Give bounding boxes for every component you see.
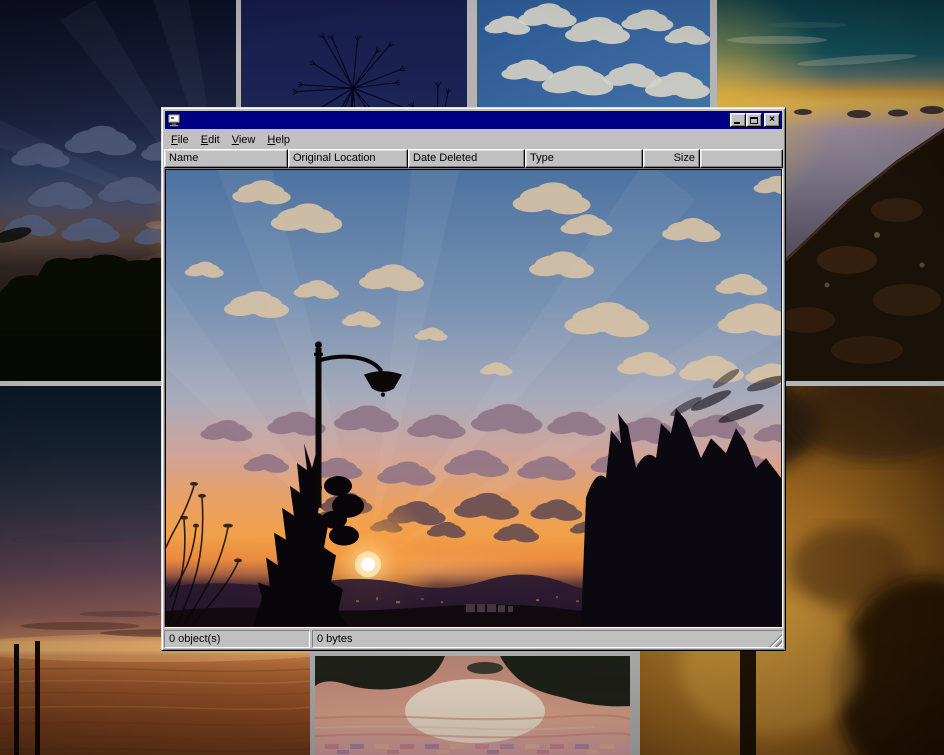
menu-view[interactable]: View <box>226 132 262 148</box>
computer-icon[interactable] <box>167 113 181 127</box>
sunset-streetlamp-photo <box>166 170 781 626</box>
minimize-icon <box>734 122 740 124</box>
recycle-bin-window: × File Edit View Help Name Original Loca… <box>161 107 786 651</box>
close-button[interactable]: × <box>764 113 780 127</box>
maximize-icon <box>750 117 758 124</box>
column-header-name[interactable]: Name <box>164 149 288 168</box>
status-bar: 0 object(s) 0 bytes <box>164 628 783 648</box>
minimize-button[interactable] <box>730 113 746 127</box>
menu-file[interactable]: File <box>165 132 195 148</box>
menu-bar: File Edit View Help <box>164 130 783 149</box>
menu-help[interactable]: Help <box>261 132 296 148</box>
column-header-size[interactable]: Size <box>643 149 700 168</box>
column-header-original-location[interactable]: Original Location <box>288 149 408 168</box>
column-header-type[interactable]: Type <box>525 149 643 168</box>
maximize-button[interactable] <box>746 113 762 127</box>
column-header-row: Name Original Location Date Deleted Type… <box>164 149 783 168</box>
photo-water-reflection <box>315 656 630 755</box>
column-header-filler <box>700 149 783 168</box>
resize-grip-icon[interactable] <box>769 634 782 647</box>
close-icon: × <box>769 115 775 125</box>
menu-edit[interactable]: Edit <box>195 132 226 148</box>
column-header-date-deleted[interactable]: Date Deleted <box>408 149 525 168</box>
status-object-count: 0 object(s) <box>164 630 310 648</box>
status-size: 0 bytes <box>312 630 783 648</box>
window-titlebar[interactable]: × <box>165 111 782 129</box>
file-list-view[interactable] <box>164 168 783 628</box>
